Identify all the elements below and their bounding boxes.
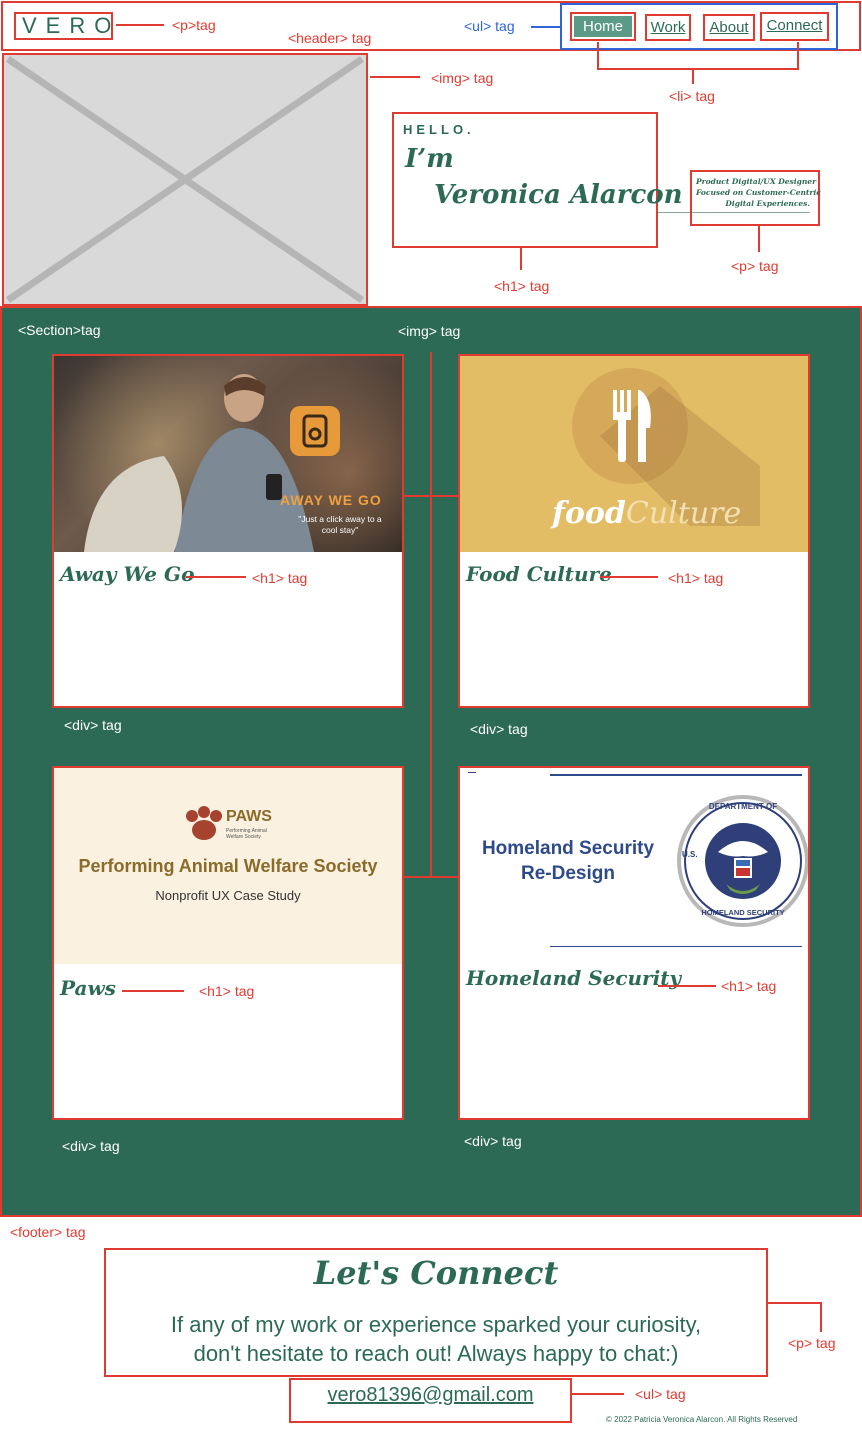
project-image-away-we-go: AWAY WE GO "Just a click away to a cool …	[54, 356, 402, 552]
annotation-h1-tag-card4: <h1> tag	[721, 978, 777, 994]
nav-item-home[interactable]: Home	[570, 12, 636, 41]
hero-image-placeholder	[2, 53, 368, 306]
annotation-p-tag-footer: <p> tag	[788, 1335, 836, 1351]
project-title-food-culture: Food Culture	[466, 562, 612, 586]
footer-email-link[interactable]: vero81396@gmail.com	[289, 1384, 572, 1407]
paw-icon	[186, 806, 222, 840]
paws-image-heading: Performing Animal Welfare Society	[78, 856, 378, 876]
footer-heading: Let's Connect	[313, 1254, 559, 1292]
paws-image-subheading: Nonprofit UX Case Study	[155, 888, 301, 903]
annotation-header-tag: <header> tag	[288, 30, 372, 46]
hero-im: I’m	[405, 144, 454, 174]
footer-copyright: © 2022 Patricia Veronica Alarcon. All Ri…	[606, 1415, 798, 1424]
annotation-p-tag-hero: <p> tag	[731, 258, 779, 274]
image-placeholder-icon	[6, 56, 364, 303]
logo[interactable]: VERO	[14, 12, 113, 40]
project-card-food-culture[interactable]: foodCulture Food Culture	[458, 354, 810, 708]
annotation-div-tag-card4: <div> tag	[464, 1133, 522, 1149]
annotation-ul-tag: <ul> tag	[464, 18, 515, 34]
hero-tagline: Product Digital/UX Designer Focused on C…	[690, 170, 821, 226]
project-title-away-we-go: Away We Go	[60, 562, 195, 586]
project-image-homeland-security: Homeland Security Re-Design DEPARTMENT O…	[460, 768, 808, 954]
nav-item-connect[interactable]: Connect	[760, 12, 829, 41]
hero-greeting: HELLO.	[403, 122, 475, 137]
project-title-homeland-security: Homeland Security	[466, 966, 682, 990]
annotation-footer-tag: <footer> tag	[10, 1224, 86, 1240]
away-we-go-image-heading: AWAY WE GO	[280, 492, 382, 508]
homeland-security-image-heading: Homeland Security Re-Design	[481, 838, 655, 884]
annotation-p-tag: <p>tag	[172, 17, 216, 33]
annotation-img-tag-section: <img> tag	[398, 323, 461, 339]
annotation-div-tag-card1: <div> tag	[64, 717, 122, 733]
annotation-h1-tag-card3: <h1> tag	[199, 983, 255, 999]
away-we-go-app-icon	[290, 406, 340, 456]
nav-item-about[interactable]: About	[703, 14, 755, 41]
annotation-img-tag: <img> tag	[431, 70, 494, 86]
project-card-away-we-go[interactable]: AWAY WE GO "Just a click away to a cool …	[52, 354, 404, 708]
project-card-paws[interactable]: PAWS Performing Animal Welfare Society P…	[52, 766, 404, 1120]
annotation-div-tag-card3: <div> tag	[62, 1138, 120, 1154]
annotation-h1-tag-card2: <h1> tag	[668, 570, 724, 586]
annotation-ul-tag-footer: <ul> tag	[635, 1386, 686, 1402]
project-image-paws: PAWS Performing Animal Welfare Society P…	[54, 768, 402, 964]
dhs-seal-bottom-text: HOMELAND SECURITY	[701, 908, 785, 917]
project-card-homeland-security[interactable]: Homeland Security Re-Design DEPARTMENT O…	[458, 766, 810, 1120]
paws-brand-sub: Performing Animal Welfare Society	[226, 828, 267, 840]
annotation-section-tag: <Section>tag	[18, 322, 101, 338]
annotation-li-tag: <li> tag	[669, 88, 715, 104]
hero-name: Veronica Alarcon	[434, 180, 683, 210]
annotation-div-tag-card2: <div> tag	[470, 721, 528, 737]
dhs-seal-left-text: U.S.	[682, 850, 698, 859]
food-culture-logo: foodCulture	[552, 496, 742, 531]
project-title-paws: Paws	[60, 976, 116, 1000]
project-image-food-culture: foodCulture	[460, 356, 808, 552]
away-we-go-image-caption: "Just a click away to a cool stay"	[298, 514, 382, 535]
nav-item-work[interactable]: Work	[645, 14, 691, 41]
annotation-h1-tag: <h1> tag	[494, 278, 550, 294]
annotation-h1-tag-card1: <h1> tag	[252, 570, 308, 586]
dhs-seal-top-text: DEPARTMENT OF	[708, 802, 778, 811]
footer-text: If any of my work or experience sparked …	[170, 1312, 702, 1366]
paws-brand: PAWS	[226, 808, 272, 825]
